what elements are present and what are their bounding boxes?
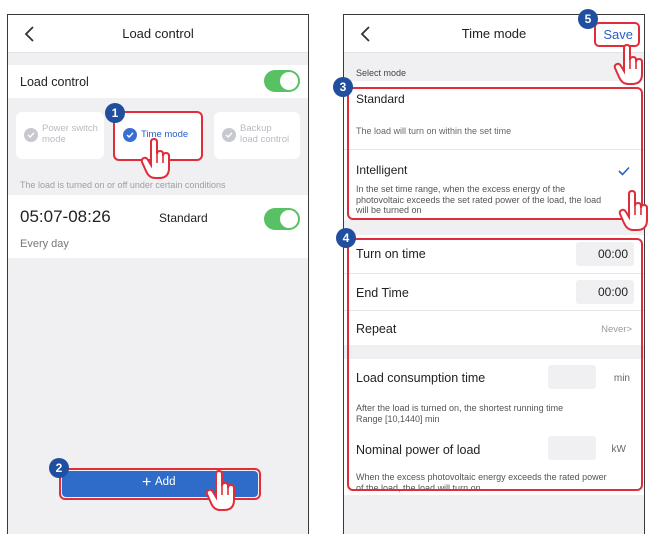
highlight-time-settings [347, 238, 643, 491]
mode-label-line: Power switch [42, 123, 98, 134]
mode-label: Backup load control [240, 123, 289, 145]
mode-label-line: load control [240, 134, 290, 145]
schedule-mode: Standard [159, 211, 208, 225]
mode-label-line: Backup [240, 123, 272, 134]
toggle-knob [280, 210, 298, 228]
schedule-time: 05:07-08:26 [20, 207, 111, 226]
add-label: Add [155, 476, 176, 488]
step-badge-5: 5 [578, 9, 598, 29]
page-title: Load control [122, 26, 194, 41]
plus-icon: + [142, 474, 152, 491]
pointing-hand-icon [618, 190, 648, 231]
step-badge-1: 1 [105, 103, 125, 123]
hint-text: The load is turned on or off under certa… [20, 180, 226, 190]
schedule-item[interactable]: 05:07-08:26 Standard Every day [8, 195, 308, 258]
highlight-mode-select [347, 87, 643, 220]
pointing-hand-icon [613, 44, 643, 85]
mode-label: Power switch mode [42, 123, 98, 145]
load-control-screen: Load control Load control Power switch m… [7, 14, 309, 534]
check-icon [222, 128, 236, 142]
select-mode-label: Select mode [356, 68, 407, 78]
mode-card-power-switch[interactable]: Power switch mode [16, 112, 104, 159]
time-mode-screen: Time mode Save Select mode Standard The … [343, 14, 645, 534]
load-control-toggle[interactable] [264, 70, 300, 92]
save-button[interactable]: Save [603, 27, 633, 42]
pointing-hand-icon [140, 138, 170, 179]
nav-bar: Load control [8, 15, 308, 53]
check-icon [24, 128, 38, 142]
pointing-hand-icon [205, 470, 235, 511]
schedule-toggle[interactable] [264, 208, 300, 230]
toggle-knob [280, 72, 298, 90]
schedule-repeat: Every day [20, 238, 69, 250]
mode-card-backup[interactable]: Backup load control [214, 112, 300, 159]
load-control-label: Load control [20, 75, 89, 89]
step-badge-2: 2 [49, 458, 69, 478]
step-badge-3: 3 [333, 77, 353, 97]
load-control-row: Load control [8, 65, 308, 98]
step-badge-4: 4 [336, 228, 356, 248]
nav-bar: Time mode Save [344, 15, 644, 53]
mode-label-line: mode [42, 134, 66, 145]
